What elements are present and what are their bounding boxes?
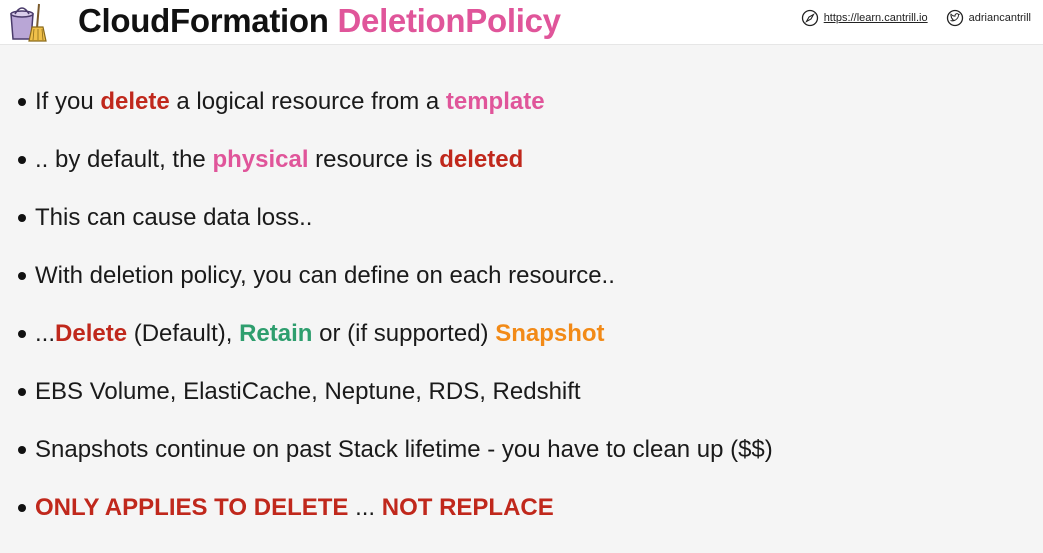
bullet-keyword: physical xyxy=(212,146,309,173)
bullet-text-segment: a logical resource from a xyxy=(169,88,446,115)
bullet-keyword: Snapshot xyxy=(495,320,605,347)
bullet-text: .. by default, the physical resource is … xyxy=(35,146,523,174)
bullet-item: If you delete a logical resource from a … xyxy=(18,73,773,131)
bullet-text-segment: If you xyxy=(35,88,101,115)
bullet-text-segment: EBS Volume, ElastiCache, Neptune, RDS, R… xyxy=(35,378,581,405)
bullet-text: With deletion policy, you can define on … xyxy=(35,262,615,290)
bullet-text-segment: ... xyxy=(35,320,56,347)
bullet-text-segment: .. by default, the xyxy=(35,146,213,173)
twitter-bird-icon xyxy=(946,9,963,27)
bullet-text: ONLY APPLIES TO DELETE ... NOT REPLACE xyxy=(35,494,554,522)
bullet-text-segment: (Default), xyxy=(127,320,240,347)
bullet-dot-icon xyxy=(18,214,26,222)
bullet-dot-icon xyxy=(18,446,26,454)
bullet-item: This can cause data loss.. xyxy=(18,189,773,247)
bullet-item: .. by default, the physical resource is … xyxy=(18,131,773,189)
bullet-dot-icon xyxy=(18,504,26,512)
bucket-broom-icon xyxy=(10,3,47,42)
bullet-text-segment: With deletion policy, you can define on … xyxy=(35,262,615,289)
bullet-text-segment: ... xyxy=(348,494,382,521)
bullet-text-segment: This can cause data loss.. xyxy=(35,204,313,231)
bullet-dot-icon xyxy=(18,388,26,396)
title-main: CloudFormation xyxy=(78,2,329,39)
bullet-text: EBS Volume, ElastiCache, Neptune, RDS, R… xyxy=(35,378,581,406)
bullet-text-segment: Snapshots continue on past Stack lifetim… xyxy=(35,436,773,463)
bullet-item: With deletion policy, you can define on … xyxy=(18,247,773,305)
bullet-dot-icon xyxy=(18,156,26,164)
twitter-handle[interactable]: adriancantrill xyxy=(969,12,1031,24)
compass-icon xyxy=(801,9,818,27)
bullet-keyword: template xyxy=(445,88,545,115)
bullet-item: EBS Volume, ElastiCache, Neptune, RDS, R… xyxy=(18,363,773,421)
bullet-keyword: Delete xyxy=(55,320,128,347)
bullet-text: Snapshots continue on past Stack lifetim… xyxy=(35,436,773,464)
bullet-text-segment: or (if supported) xyxy=(312,320,496,347)
bullet-item: ONLY APPLIES TO DELETE ... NOT REPLACE xyxy=(18,479,773,537)
bullet-keyword: delete xyxy=(100,88,170,115)
bullet-keyword: Retain xyxy=(239,320,313,347)
twitter-link[interactable]: adriancantrill xyxy=(946,9,1031,27)
bullet-dot-icon xyxy=(18,330,26,338)
bullet-dot-icon xyxy=(18,98,26,106)
bullet-text-segment: resource is xyxy=(308,146,440,173)
header-links: https://learn.cantrill.io adriancantrill xyxy=(801,8,1031,28)
website-url[interactable]: https://learn.cantrill.io xyxy=(824,12,928,24)
bullet-text: This can cause data loss.. xyxy=(35,204,312,232)
bullet-text: ...Delete (Default), Retain or (if suppo… xyxy=(35,320,605,348)
slide-header: CloudFormation DeletionPolicy https://le… xyxy=(0,0,1043,45)
bullet-keyword: deleted xyxy=(439,146,524,173)
bullet-item: Snapshots continue on past Stack lifetim… xyxy=(18,421,773,479)
bullet-keyword: ONLY APPLIES TO DELETE xyxy=(35,494,349,521)
page-title: CloudFormation DeletionPolicy xyxy=(78,1,561,41)
bullet-item: ...Delete (Default), Retain or (if suppo… xyxy=(18,305,773,363)
bullet-dot-icon xyxy=(18,272,26,280)
title-accent: DeletionPolicy xyxy=(337,2,561,39)
website-link[interactable]: https://learn.cantrill.io xyxy=(801,9,928,27)
bullet-keyword: NOT REPLACE xyxy=(381,494,554,521)
bullet-text: If you delete a logical resource from a … xyxy=(35,88,545,116)
bullet-list: If you delete a logical resource from a … xyxy=(18,73,773,537)
